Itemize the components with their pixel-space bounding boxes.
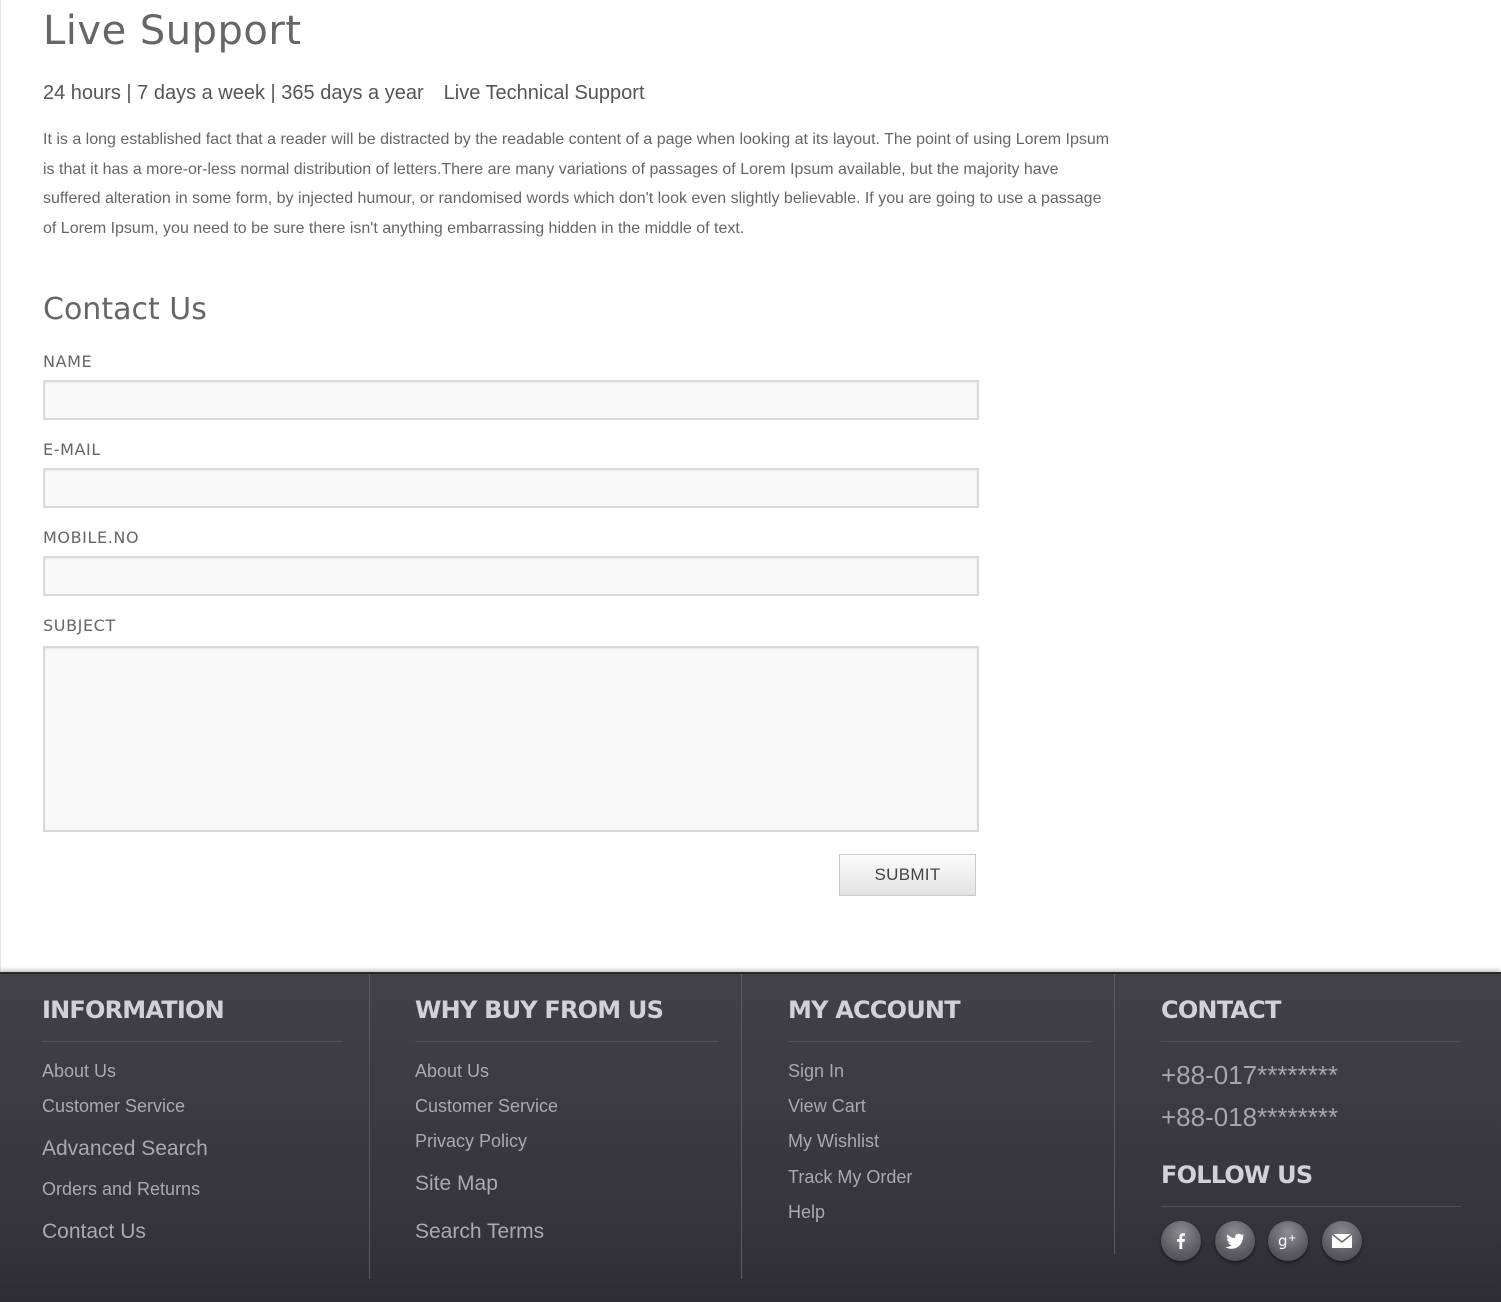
intro-paragraph: It is a long established fact that a rea… <box>43 131 1110 237</box>
footer-my-account-column: MY ACCOUNT Sign In View Cart My Wishlist… <box>746 974 1115 1254</box>
mobile-input[interactable] <box>43 556 979 596</box>
heading-divider <box>788 1041 1091 1042</box>
contact-heading: CONTACT <box>1161 996 1281 1024</box>
footer-link-track-order[interactable]: Track My Order <box>788 1167 912 1188</box>
twitter-icon[interactable] <box>1215 1221 1255 1261</box>
footer-why-buy-column: WHY BUY FROM US About Us Customer Servic… <box>373 974 742 1279</box>
footer-link-my-wishlist[interactable]: My Wishlist <box>788 1131 879 1152</box>
footer-link-site-map[interactable]: Site Map <box>415 1172 498 1196</box>
footer-link-about-us[interactable]: About Us <box>415 1061 489 1082</box>
footer-link-advanced-search[interactable]: Advanced Search <box>42 1137 208 1161</box>
page-title: Live Support <box>43 8 302 54</box>
site-footer: INFORMATION About Us Customer Service Ad… <box>0 972 1501 1302</box>
information-heading: INFORMATION <box>42 996 225 1024</box>
footer-link-privacy-policy[interactable]: Privacy Policy <box>415 1131 527 1152</box>
footer-information-column: INFORMATION About Us Customer Service Ad… <box>0 974 370 1279</box>
heading-divider <box>42 1041 342 1042</box>
footer-link-contact-us[interactable]: Contact Us <box>42 1220 146 1244</box>
email-icon[interactable] <box>1322 1221 1362 1261</box>
heading-divider <box>1161 1206 1461 1207</box>
phone-number: +88-017******** <box>1161 1060 1339 1090</box>
footer-link-search-terms[interactable]: Search Terms <box>415 1220 544 1244</box>
support-tagline: 24 hours | 7 days a week | 365 days a ye… <box>43 82 645 105</box>
follow-us-heading: FOLLOW US <box>1161 1161 1313 1189</box>
my-account-heading: MY ACCOUNT <box>788 996 961 1024</box>
availability-text: 24 hours | 7 days a week | 365 days a ye… <box>43 82 424 104</box>
footer-link-about-us[interactable]: About Us <box>42 1061 116 1082</box>
phone-number: +88-018******** <box>1161 1102 1339 1132</box>
facebook-icon[interactable] <box>1161 1221 1201 1261</box>
heading-divider <box>415 1041 718 1042</box>
svg-text:g: g <box>1278 1232 1288 1250</box>
footer-link-customer-service[interactable]: Customer Service <box>42 1096 185 1117</box>
service-text: Live Technical Support <box>443 82 645 104</box>
svg-text:+: + <box>1288 1233 1296 1244</box>
google-plus-icon[interactable]: g + <box>1268 1221 1308 1261</box>
submit-button[interactable]: SUBMIT <box>839 854 976 896</box>
name-label: NAME <box>43 352 93 371</box>
name-input[interactable] <box>43 380 979 420</box>
why-buy-heading: WHY BUY FROM US <box>415 996 664 1024</box>
footer-link-sign-in[interactable]: Sign In <box>788 1061 844 1082</box>
footer-link-orders-returns[interactable]: Orders and Returns <box>42 1179 200 1200</box>
mobile-label: MOBILE.NO <box>43 528 140 547</box>
contact-form-title: Contact Us <box>43 292 207 327</box>
footer-link-help[interactable]: Help <box>788 1202 825 1223</box>
footer-link-customer-service[interactable]: Customer Service <box>415 1096 558 1117</box>
subject-textarea[interactable] <box>43 646 979 832</box>
email-input[interactable] <box>43 468 979 508</box>
footer-link-view-cart[interactable]: View Cart <box>788 1096 866 1117</box>
main-content: Live Support 24 hours | 7 days a week | … <box>0 0 1501 972</box>
heading-divider <box>1161 1041 1461 1042</box>
email-label: E-MAIL <box>43 440 101 459</box>
subject-label: SUBJECT <box>43 616 116 635</box>
